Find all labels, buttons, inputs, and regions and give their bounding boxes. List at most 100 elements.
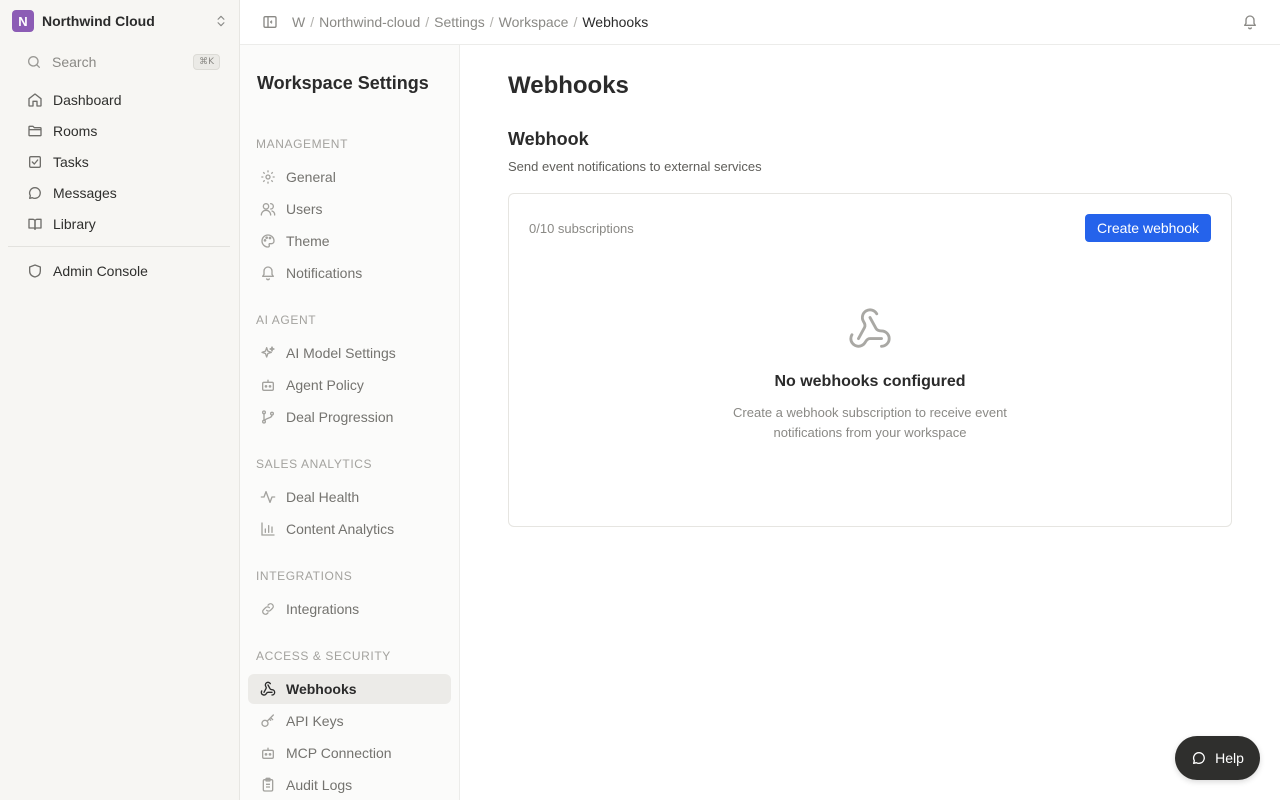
empty-state-description: Create a webhook subscription to receive…	[733, 405, 1007, 440]
settings-item-label: Users	[286, 201, 323, 217]
workspace-name: Northwind Cloud	[42, 13, 155, 29]
settings-item-label: Deal Progression	[286, 409, 394, 425]
search-label: Search	[52, 54, 97, 70]
nav-item-dashboard[interactable]: Dashboard	[20, 84, 220, 115]
bar-chart-icon	[260, 521, 276, 537]
main-nav: Dashboard Rooms Tasks Messages Library	[20, 84, 220, 239]
clipboard-icon	[260, 777, 276, 793]
settings-item-content-analytics[interactable]: Content Analytics	[248, 514, 451, 544]
nav-item-admin-console[interactable]: Admin Console	[20, 255, 220, 286]
gear-icon	[260, 169, 276, 185]
breadcrumb-item-workspace[interactable]: Workspace	[499, 14, 569, 30]
settings-item-label: Agent Policy	[286, 377, 364, 393]
settings-item-label: Audit Logs	[286, 777, 353, 793]
nav-item-label: Dashboard	[53, 91, 122, 108]
settings-item-label: Theme	[286, 233, 330, 249]
settings-item-label: Notifications	[286, 265, 363, 281]
breadcrumb-item-workspace-slug[interactable]: Northwind-cloud	[319, 14, 420, 30]
page-title: Webhooks	[508, 72, 629, 99]
chat-icon	[1191, 750, 1207, 766]
settings-item-integrations[interactable]: Integrations	[248, 594, 451, 624]
section-description: Send event notifications to external ser…	[508, 159, 762, 174]
activity-icon	[260, 489, 276, 505]
webhook-icon	[847, 306, 893, 352]
palette-icon	[260, 233, 276, 249]
search-button[interactable]: Search ⌘K	[20, 49, 220, 75]
breadcrumb-separator: /	[573, 14, 578, 30]
settings-item-label: Content Analytics	[286, 521, 395, 537]
sidebar-toggle-icon[interactable]	[262, 14, 278, 30]
settings-item-label: Deal Health	[286, 489, 360, 505]
chevron-up-down-icon	[214, 14, 228, 28]
group-label-access-security: ACCESS & SECURITY	[256, 649, 391, 663]
webhook-icon	[260, 681, 276, 697]
nav-item-label: Library	[53, 215, 96, 232]
nav-item-label: Rooms	[53, 122, 98, 139]
settings-item-deal-health[interactable]: Deal Health	[248, 482, 451, 512]
settings-item-notifications[interactable]: Notifications	[248, 258, 451, 288]
settings-item-theme[interactable]: Theme	[248, 226, 451, 256]
settings-item-audit-logs[interactable]: Audit Logs	[248, 770, 451, 800]
empty-state-title: No webhooks configured	[774, 373, 966, 390]
settings-sidebar: Workspace Settings MANAGEMENT General Us…	[240, 45, 460, 800]
breadcrumb-item-settings[interactable]: Settings	[434, 14, 485, 30]
nav-item-rooms[interactable]: Rooms	[20, 115, 220, 146]
create-webhook-button[interactable]: Create webhook	[1085, 214, 1211, 242]
settings-item-label: AI Model Settings	[286, 345, 396, 361]
group-label-sales-analytics: SALES ANALYTICS	[256, 457, 373, 471]
nav-item-tasks[interactable]: Tasks	[20, 146, 220, 177]
breadcrumb-item-current: Webhooks	[582, 14, 649, 30]
settings-item-label: Integrations	[286, 601, 360, 617]
group-label-ai-agent: AI AGENT	[256, 313, 317, 327]
settings-title: Workspace Settings	[257, 73, 429, 93]
breadcrumb-item-w[interactable]: W	[292, 14, 305, 30]
subscription-count: 0/10 subscriptions	[529, 221, 634, 236]
settings-item-deal-progression[interactable]: Deal Progression	[248, 402, 451, 432]
settings-item-label: General	[286, 169, 336, 185]
settings-item-api-keys[interactable]: API Keys	[248, 706, 451, 736]
section-title: Webhook	[508, 129, 589, 149]
bot-icon	[260, 377, 276, 393]
home-icon	[27, 92, 43, 108]
workspace-switcher[interactable]: N Northwind Cloud	[8, 6, 232, 36]
breadcrumb-separator: /	[425, 14, 430, 30]
settings-item-general[interactable]: General	[248, 162, 451, 192]
group-label-integrations: INTEGRATIONS	[256, 569, 353, 583]
breadcrumb-separator: /	[310, 14, 315, 30]
settings-item-agent-policy[interactable]: Agent Policy	[248, 370, 451, 400]
nav-item-messages[interactable]: Messages	[20, 177, 220, 208]
admin-nav: Admin Console	[20, 255, 220, 286]
bell-icon	[260, 265, 276, 281]
chat-icon	[27, 185, 43, 201]
help-button[interactable]: Help	[1175, 736, 1260, 780]
workspace-avatar: N	[12, 10, 34, 32]
nav-item-library[interactable]: Library	[20, 208, 220, 239]
settings-item-mcp-connection[interactable]: MCP Connection	[248, 738, 451, 768]
top-bar: W / Northwind-cloud / Settings / Workspa…	[240, 0, 1280, 45]
help-label: Help	[1215, 750, 1244, 766]
nav-item-label: Admin Console	[53, 262, 148, 279]
app-sidebar: N Northwind Cloud Search ⌘K Dashboard Ro…	[0, 0, 240, 800]
settings-item-ai-model-settings[interactable]: AI Model Settings	[248, 338, 451, 368]
key-icon	[260, 713, 276, 729]
search-shortcut: ⌘K	[193, 54, 220, 70]
settings-item-label: API Keys	[286, 713, 344, 729]
book-icon	[27, 216, 43, 232]
group-label-management: MANAGEMENT	[256, 137, 349, 151]
settings-item-label: MCP Connection	[286, 745, 392, 761]
nav-item-label: Tasks	[53, 153, 89, 170]
shield-icon	[27, 263, 43, 279]
folder-icon	[27, 123, 43, 139]
bell-icon[interactable]	[1242, 14, 1258, 30]
settings-item-users[interactable]: Users	[248, 194, 451, 224]
link-icon	[260, 601, 276, 617]
breadcrumb: W / Northwind-cloud / Settings / Workspa…	[292, 14, 648, 30]
git-branch-icon	[260, 409, 276, 425]
users-icon	[260, 201, 276, 217]
settings-item-webhooks[interactable]: Webhooks	[248, 674, 451, 704]
bot-icon	[260, 745, 276, 761]
nav-divider	[8, 246, 230, 247]
settings-item-label: Webhooks	[286, 681, 357, 697]
sparkles-icon	[260, 345, 276, 361]
checkbox-icon	[27, 154, 43, 170]
